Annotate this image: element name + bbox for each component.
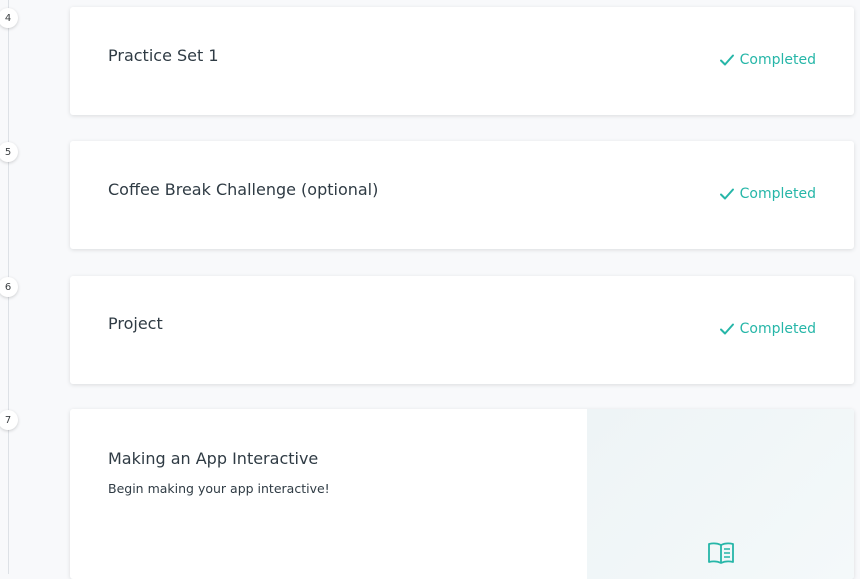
lesson-title: Coffee Break Challenge (optional) bbox=[108, 180, 379, 199]
lesson-card-coffee-break-challenge[interactable]: Coffee Break Challenge (optional) Comple… bbox=[70, 141, 854, 249]
step-number-badge: 5 bbox=[0, 142, 18, 162]
status-label: Completed bbox=[739, 321, 816, 337]
lesson-title: Project bbox=[108, 314, 163, 333]
lesson-card-project[interactable]: Project Completed bbox=[70, 276, 854, 384]
step-number-badge: 7 bbox=[0, 410, 18, 430]
completed-status: Completed bbox=[719, 52, 816, 68]
step-number-badge: 6 bbox=[0, 277, 18, 297]
status-label: Completed bbox=[739, 52, 816, 68]
completed-status: Completed bbox=[719, 321, 816, 337]
lesson-title: Practice Set 1 bbox=[108, 46, 219, 65]
lesson-title: Making an App Interactive bbox=[108, 449, 319, 468]
check-icon bbox=[719, 187, 735, 201]
lesson-card-practice-set-1[interactable]: Practice Set 1 Completed bbox=[70, 7, 854, 115]
step-number-badge: 4 bbox=[0, 8, 18, 28]
check-icon bbox=[719, 322, 735, 336]
book-icon bbox=[707, 541, 735, 571]
completed-status: Completed bbox=[719, 186, 816, 202]
lesson-card-making-an-app-interactive[interactable]: Making an App Interactive Begin making y… bbox=[70, 409, 854, 579]
check-icon bbox=[719, 53, 735, 67]
lesson-illustration-panel bbox=[587, 409, 854, 579]
lesson-description: Begin making your app interactive! bbox=[108, 481, 330, 496]
status-label: Completed bbox=[739, 186, 816, 202]
